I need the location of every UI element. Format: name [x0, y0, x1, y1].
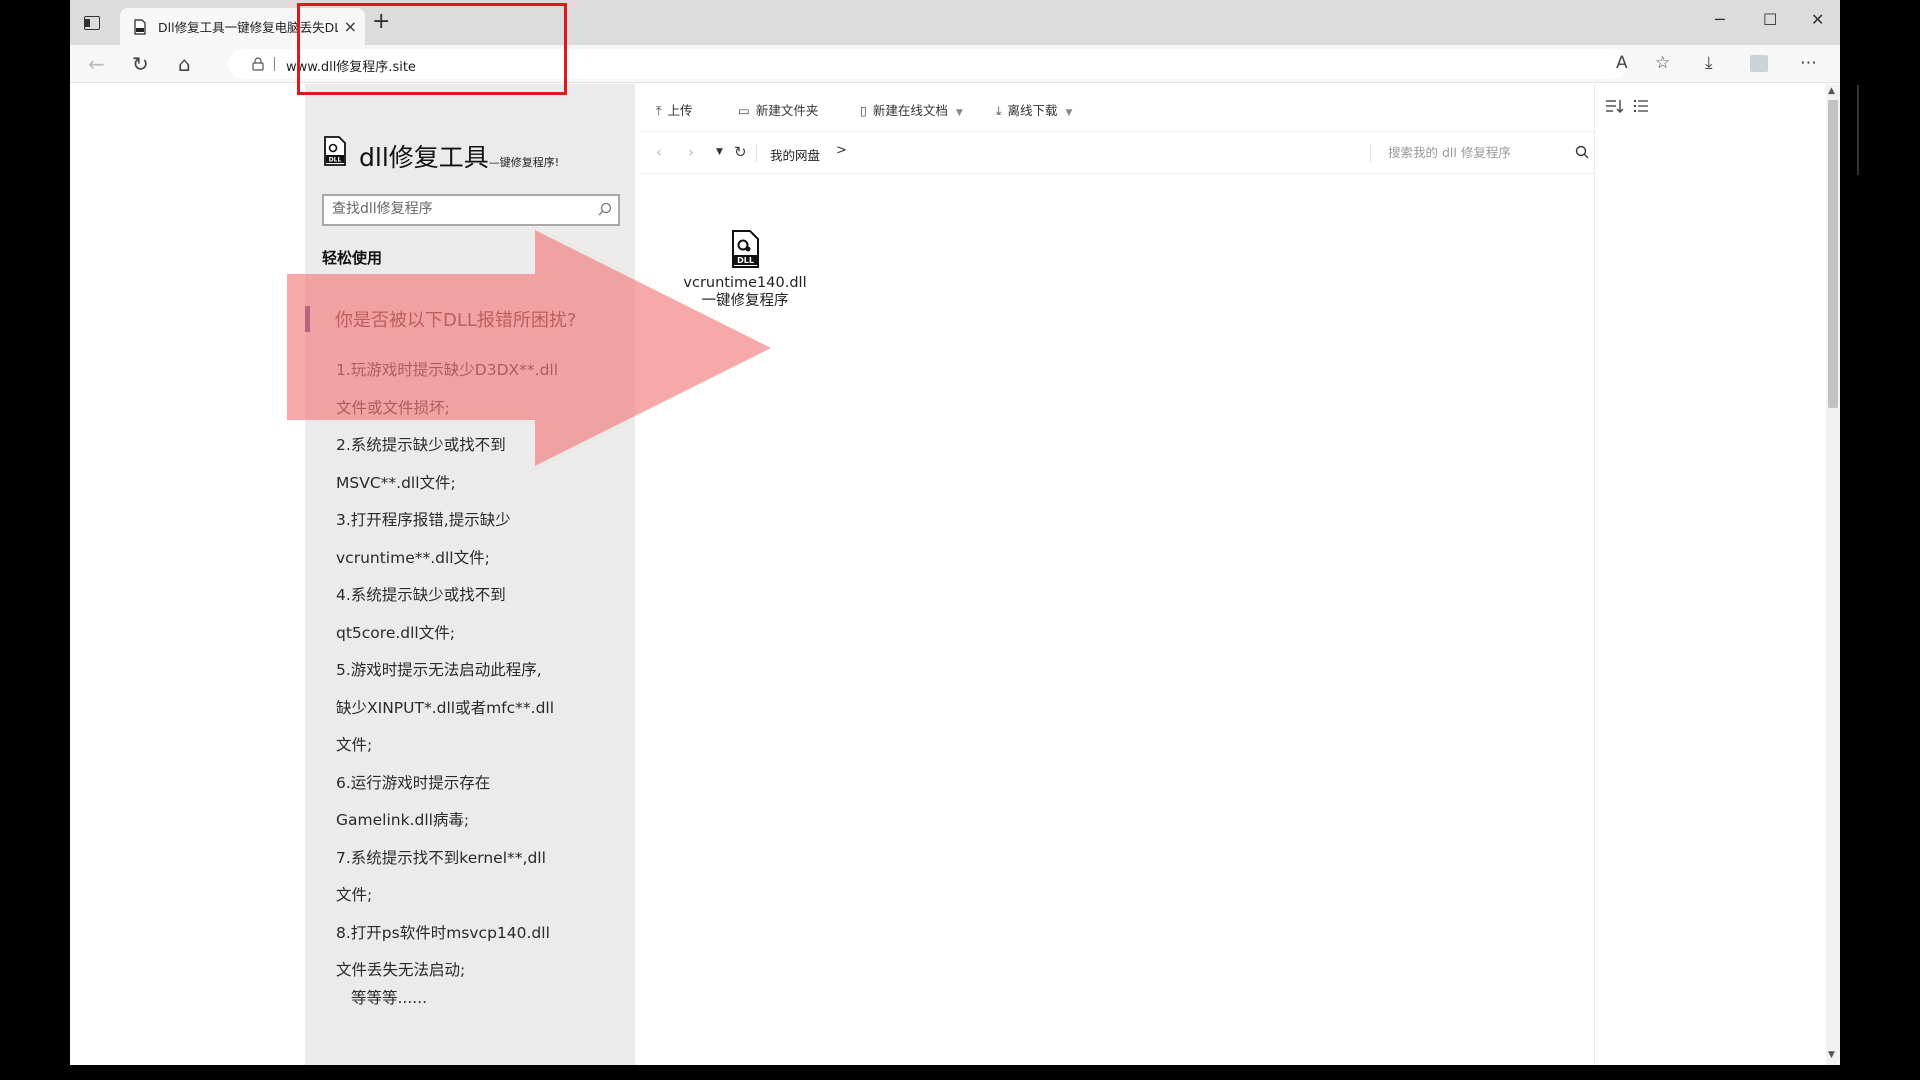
close-window-button[interactable]: ✕ [1811, 10, 1824, 29]
search-icon[interactable] [598, 202, 612, 216]
file-name[interactable]: vcruntime140.dll 一键修复程序 [680, 274, 810, 310]
question-heading: 你是否被以下DLL报错所困扰? [335, 310, 577, 331]
upload-label: 上传 [667, 103, 693, 118]
more-menu-icon[interactable]: ⋯ [1800, 53, 1817, 73]
scroll-up-icon[interactable]: ▲ [1828, 86, 1835, 96]
list-item: 文件或文件损坏; [336, 398, 450, 417]
dll-file-icon: DLL [324, 136, 346, 166]
list-view-icon[interactable] [1633, 99, 1649, 113]
svg-text:DLL: DLL [329, 157, 342, 164]
issue-list: 1.玩游戏时提示缺少D3DX**.dll 文件或文件损坏; 2.系统提示缺少或找… [336, 352, 626, 990]
sidebar-toggle-icon[interactable] [84, 16, 100, 30]
file-toolbar: ⤒ 上传 ▭ 新建文件夹 ▯ 新建在线文档 ▼ ⤓ 离线下载 ▼ [640, 84, 1648, 132]
file-name-line: vcruntime140.dll [683, 275, 807, 291]
url-divider [274, 57, 275, 71]
file-search-input[interactable] [1388, 145, 1568, 160]
svg-text:DLL: DLL [737, 256, 754, 265]
upload-button[interactable]: ⤒ 上传 [656, 100, 693, 119]
read-aloud-icon[interactable]: A [1616, 53, 1628, 73]
page-scrollbar[interactable]: ▲ ▼ [1826, 84, 1840, 1065]
list-item: vcruntime**.dll文件; [336, 548, 490, 567]
favorites-icon[interactable]: ☆ [1655, 53, 1670, 73]
desktop-edge-line [1857, 85, 1859, 175]
left-panel: DLL dll修复工具—键修复程序! 轻松使用 你是否被以下DLL报错所困扰? … [305, 84, 635, 1065]
question-accent-bar [305, 306, 310, 332]
back-button[interactable]: ← [88, 52, 105, 76]
folder-icon: ▭ [738, 103, 750, 118]
dll-file-icon: DLL [732, 230, 759, 268]
scroll-down-icon[interactable]: ▼ [1828, 1050, 1835, 1060]
chevron-down-icon[interactable]: ▼ [1066, 108, 1073, 118]
new-online-doc-button[interactable]: ▯ 新建在线文档 ▼ [860, 100, 963, 119]
refresh-icon[interactable]: ↻ [734, 143, 747, 161]
panel-border [1594, 84, 1595, 1065]
list-item: 3.打开程序报错,提示缺少 [336, 511, 511, 529]
sort-icon[interactable] [1605, 98, 1623, 114]
web-page: DLL dll修复工具—键修复程序! 轻松使用 你是否被以下DLL报错所困扰? … [70, 84, 1826, 1065]
site-title: dll修复工具—键修复程序! [359, 138, 559, 174]
dll-search-input[interactable] [332, 201, 582, 217]
list-item: 文件; [336, 736, 373, 754]
divider [756, 144, 757, 162]
upload-icon: ⤒ [656, 103, 662, 118]
list-item: 4.系统提示缺少或找不到 [336, 586, 506, 604]
browser-window: Dll修复工具一键修复电脑丢失DLL × + ─ ☐ ✕ ← ↻ ⌂ www.d… [70, 0, 1840, 1065]
file-item[interactable]: DLL vcruntime140.dll 一键修复程序 [680, 230, 810, 310]
list-item: qt5core.dll文件; [336, 623, 455, 642]
section-title: 轻松使用 [322, 249, 383, 267]
divider [1370, 144, 1371, 162]
document-icon: ▯ [860, 103, 867, 118]
file-name-line: 一键修复程序 [701, 293, 789, 309]
dll-search-box [322, 194, 620, 226]
list-item: 文件; [336, 886, 373, 904]
list-item: MSVC**.dll文件; [336, 473, 456, 492]
search-icon[interactable] [1575, 145, 1589, 159]
collections-icon[interactable] [1750, 55, 1768, 72]
list-item: 6.运行游戏时提示存在 [336, 773, 491, 792]
etc-text: 等等等...... [351, 989, 428, 1007]
list-item: 文件丢失无法启动; [336, 961, 466, 979]
list-item: 缺少XINPUT*.dll或者mfc**.dll [336, 698, 555, 717]
address-highlight-box [297, 3, 567, 95]
new-folder-label: 新建文件夹 [755, 103, 819, 118]
scroll-thumb[interactable] [1828, 100, 1838, 408]
maximize-button[interactable]: ☐ [1763, 10, 1777, 29]
file-nav-bar: ‹ › ▼ ↻ 我的网盘 > [640, 132, 1596, 174]
back-icon[interactable]: ‹ [656, 143, 662, 161]
chevron-down-icon[interactable]: ▼ [956, 108, 963, 118]
list-item: Gamelink.dll病毒; [336, 811, 470, 829]
refresh-button[interactable]: ↻ [132, 52, 149, 76]
new-folder-button[interactable]: ▭ 新建文件夹 [738, 100, 818, 119]
new-online-doc-label: 新建在线文档 [872, 103, 948, 118]
breadcrumb[interactable]: 我的网盘 [770, 145, 820, 164]
breadcrumb-separator: > [836, 143, 847, 158]
list-item: 7.系统提示找不到kernel**,dll [336, 848, 546, 867]
site-subtitle: —键修复程序! [488, 156, 560, 169]
downloads-icon[interactable]: ⤓ [1705, 53, 1713, 73]
minimize-button[interactable]: ─ [1715, 10, 1725, 29]
list-item: 2.系统提示缺少或找不到 [336, 436, 506, 454]
offline-download-label: 离线下载 [1007, 103, 1058, 118]
dll-file-icon [134, 18, 146, 35]
download-icon: ⤓ [996, 103, 1002, 118]
list-item: 5.游戏时提示无法启动此程序, [336, 661, 542, 679]
site-title-main: dll修复工具 [359, 143, 489, 172]
home-button[interactable]: ⌂ [178, 52, 191, 76]
offline-download-button[interactable]: ⤓ 离线下载 ▼ [996, 100, 1072, 119]
history-dropdown-icon[interactable]: ▼ [716, 147, 723, 157]
forward-icon[interactable]: › [688, 143, 694, 161]
list-item: 8.打开ps软件时msvcp140.dll [336, 923, 550, 942]
list-item: 1.玩游戏时提示缺少D3DX**.dll [336, 361, 559, 379]
lock-icon[interactable] [252, 57, 264, 71]
